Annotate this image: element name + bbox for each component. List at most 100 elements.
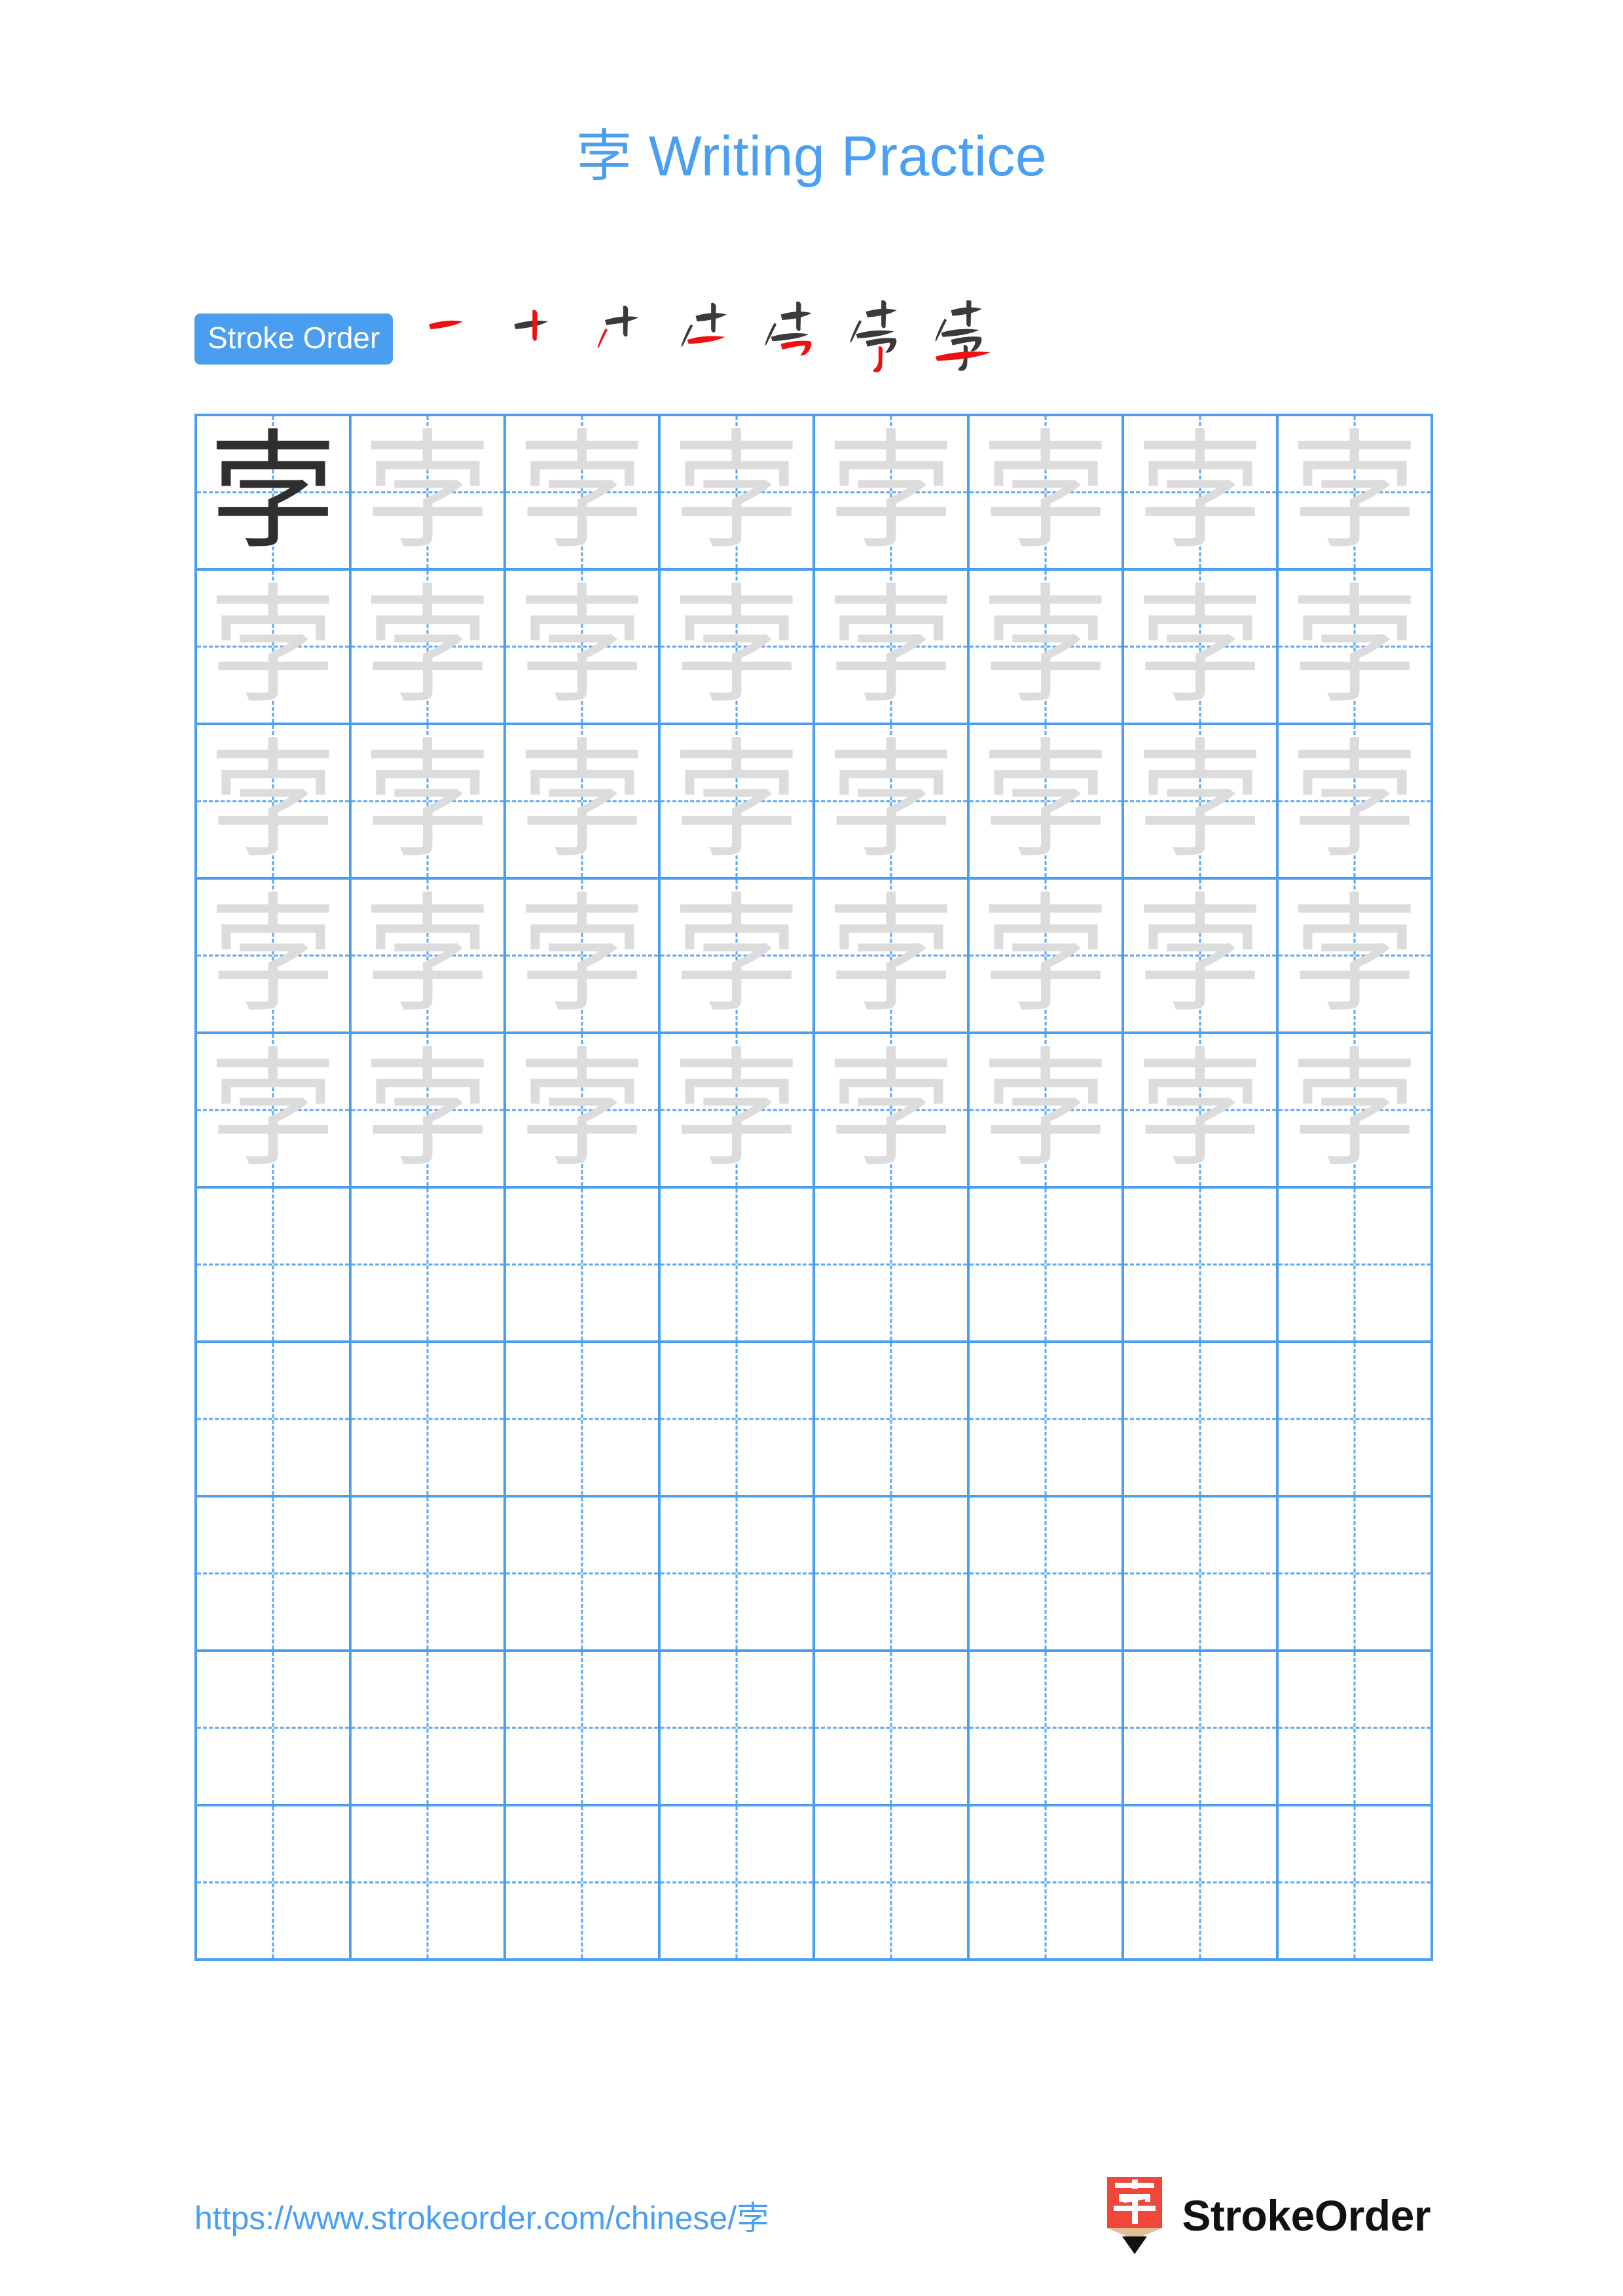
practice-cell[interactable]: 孛: [1124, 416, 1279, 571]
practice-cell[interactable]: 孛: [352, 880, 506, 1034]
practice-cell[interactable]: [970, 1806, 1124, 1961]
practice-cell[interactable]: 孛: [197, 416, 352, 571]
practice-cell[interactable]: 孛: [506, 571, 661, 725]
practice-cell[interactable]: [815, 1189, 970, 1343]
practice-cell[interactable]: [506, 1189, 661, 1343]
practice-cell[interactable]: [1124, 1806, 1279, 1961]
practice-cell[interactable]: [197, 1652, 352, 1806]
practice-cell[interactable]: [1279, 1652, 1433, 1806]
empty-cell: [197, 1652, 349, 1804]
empty-cell: [352, 1652, 503, 1804]
tracing-character: 孛: [1135, 418, 1264, 567]
practice-cell[interactable]: 孛: [352, 416, 506, 571]
practice-cell[interactable]: [197, 1189, 352, 1343]
practice-cell[interactable]: 孛: [506, 725, 661, 880]
practice-cell[interactable]: [1279, 1343, 1433, 1498]
practice-cell[interactable]: [1124, 1189, 1279, 1343]
practice-cell[interactable]: 孛: [1124, 571, 1279, 725]
empty-cell: [970, 1652, 1122, 1804]
brand-logo[interactable]: StrokeOrder: [1104, 2177, 1431, 2254]
practice-cell[interactable]: [506, 1498, 661, 1652]
tracing-character: 孛: [1135, 881, 1264, 1030]
practice-cell[interactable]: 孛: [815, 1034, 970, 1189]
practice-cell[interactable]: [661, 1343, 815, 1498]
practice-cell[interactable]: [506, 1652, 661, 1806]
practice-cell[interactable]: [815, 1343, 970, 1498]
practice-cell[interactable]: 孛: [1124, 1034, 1279, 1189]
practice-cell[interactable]: 孛: [197, 571, 352, 725]
practice-cell[interactable]: 孛: [506, 416, 661, 571]
practice-cell[interactable]: [661, 1189, 815, 1343]
practice-cell[interactable]: 孛: [1124, 880, 1279, 1034]
practice-cell[interactable]: [970, 1652, 1124, 1806]
practice-cell[interactable]: 孛: [197, 1034, 352, 1189]
practice-cell[interactable]: [352, 1189, 506, 1343]
practice-cell[interactable]: [352, 1652, 506, 1806]
practice-cell[interactable]: 孛: [1279, 880, 1433, 1034]
empty-cell: [661, 1652, 812, 1804]
practice-cell[interactable]: [197, 1806, 352, 1961]
practice-cell[interactable]: 孛: [197, 880, 352, 1034]
practice-cell[interactable]: [815, 1652, 970, 1806]
practice-cell[interactable]: 孛: [661, 571, 815, 725]
practice-cell[interactable]: [970, 1498, 1124, 1652]
practice-cell[interactable]: [352, 1498, 506, 1652]
practice-cell[interactable]: 孛: [352, 571, 506, 725]
practice-cell[interactable]: 孛: [661, 725, 815, 880]
practice-cell[interactable]: [661, 1806, 815, 1961]
practice-cell[interactable]: [1279, 1498, 1433, 1652]
practice-cell[interactable]: [506, 1806, 661, 1961]
practice-cell[interactable]: [352, 1806, 506, 1961]
practice-cell[interactable]: 孛: [1124, 725, 1279, 880]
practice-cell[interactable]: 孛: [661, 1034, 815, 1189]
practice-cell[interactable]: [506, 1343, 661, 1498]
empty-cell: [1124, 1498, 1276, 1649]
practice-cell[interactable]: 孛: [197, 725, 352, 880]
practice-cell[interactable]: 孛: [506, 1034, 661, 1189]
practice-cell[interactable]: [1124, 1498, 1279, 1652]
practice-cell[interactable]: [352, 1343, 506, 1498]
tracing-character: 孛: [981, 881, 1110, 1030]
practice-cell[interactable]: [815, 1498, 970, 1652]
practice-cell[interactable]: 孛: [1279, 1034, 1433, 1189]
practice-cell[interactable]: 孛: [661, 880, 815, 1034]
site-url-link[interactable]: https://www.strokeorder.com/chinese/孛: [194, 2192, 769, 2239]
practice-cell[interactable]: [661, 1498, 815, 1652]
practice-cell[interactable]: 孛: [506, 880, 661, 1034]
empty-cell: [815, 1189, 967, 1340]
practice-cell[interactable]: [661, 1652, 815, 1806]
empty-cell: [1279, 1189, 1431, 1340]
practice-grid: 孛孛孛孛孛孛孛孛孛孛孛孛孛孛孛孛孛孛孛孛孛孛孛孛孛孛孛孛孛孛孛孛孛孛孛孛孛孛孛孛: [194, 414, 1433, 1961]
pencil-logo-icon: [1104, 2177, 1165, 2254]
stroke-step-6: [845, 300, 915, 378]
practice-cell[interactable]: [815, 1806, 970, 1961]
practice-cell[interactable]: [197, 1343, 352, 1498]
tracing-character: 孛: [1135, 572, 1264, 721]
practice-cell[interactable]: [970, 1189, 1124, 1343]
practice-cell[interactable]: 孛: [352, 725, 506, 880]
practice-cell[interactable]: [1124, 1343, 1279, 1498]
practice-cell[interactable]: 孛: [661, 416, 815, 571]
practice-cell[interactable]: [1124, 1652, 1279, 1806]
empty-cell: [970, 1806, 1122, 1958]
practice-cell[interactable]: 孛: [1279, 416, 1433, 571]
practice-cell[interactable]: 孛: [352, 1034, 506, 1189]
practice-cell[interactable]: [197, 1498, 352, 1652]
tracing-character: 孛: [826, 881, 955, 1030]
practice-cell[interactable]: 孛: [970, 416, 1124, 571]
tracing-character: 孛: [363, 572, 492, 721]
practice-cell[interactable]: [1279, 1806, 1433, 1961]
practice-cell[interactable]: 孛: [1279, 725, 1433, 880]
practice-cell[interactable]: 孛: [815, 725, 970, 880]
practice-cell[interactable]: 孛: [815, 571, 970, 725]
practice-cell[interactable]: 孛: [815, 416, 970, 571]
practice-cell[interactable]: 孛: [970, 571, 1124, 725]
practice-cell[interactable]: [970, 1343, 1124, 1498]
practice-cell[interactable]: 孛: [970, 1034, 1124, 1189]
practice-cell[interactable]: 孛: [1279, 571, 1433, 725]
practice-cell[interactable]: 孛: [970, 725, 1124, 880]
practice-cell[interactable]: 孛: [815, 880, 970, 1034]
practice-cell[interactable]: 孛: [970, 880, 1124, 1034]
empty-cell: [815, 1652, 967, 1804]
practice-cell[interactable]: [1279, 1189, 1433, 1343]
